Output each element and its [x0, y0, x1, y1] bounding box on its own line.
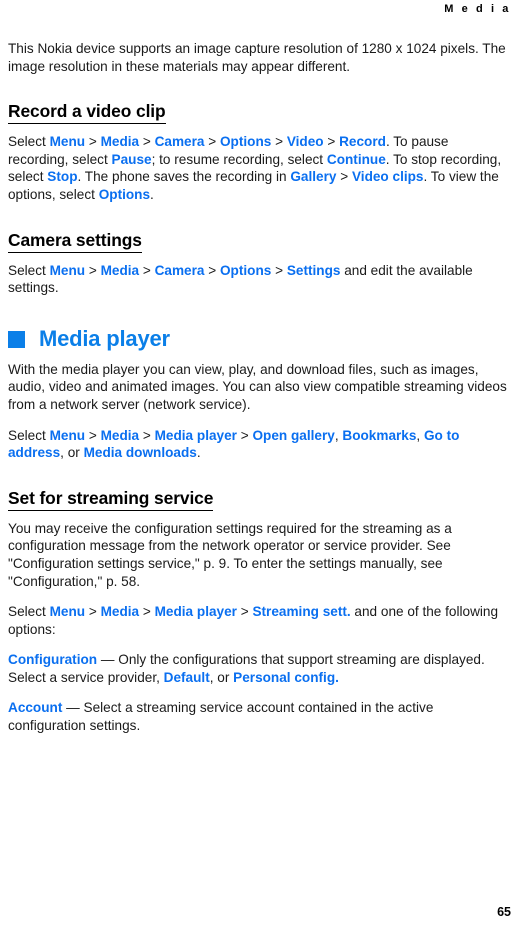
text-run: , — [416, 427, 424, 443]
text-run: ; to resume recording, select — [151, 151, 327, 167]
menu-path-link: Camera — [154, 262, 205, 278]
record-video-paragraph: Select Menu > Media > Camera > Options >… — [8, 133, 512, 203]
media-player-menu-paragraph: Select Menu > Media > Media player > Ope… — [8, 427, 512, 462]
menu-path-link: Continue — [326, 151, 386, 167]
option-term: Configuration — [8, 652, 98, 668]
streaming-intro-paragraph: You may receive the configuration settin… — [8, 520, 452, 589]
menu-path-link: Default — [163, 669, 210, 685]
menu-path-link: Menu — [49, 134, 86, 150]
separator: > — [85, 427, 101, 443]
text-run: , or — [209, 669, 234, 685]
separator: > — [204, 262, 220, 278]
menu-path-link: Media — [100, 427, 140, 443]
menu-path-link: Media player — [154, 427, 237, 443]
text-run: Select — [8, 262, 50, 278]
chapter-title: Media player — [39, 325, 170, 351]
section-heading-set-for-streaming-service: Set for streaming service — [8, 488, 213, 511]
separator: > — [271, 262, 287, 278]
menu-path-link: Options — [219, 262, 272, 278]
page-body: This Nokia device supports an image capt… — [8, 18, 512, 735]
menu-path-link: Pause — [111, 151, 152, 167]
menu-path-link: Menu — [49, 604, 86, 620]
text-run: . — [196, 445, 201, 461]
option-term: Account — [8, 700, 63, 716]
menu-path-link: Camera — [154, 134, 205, 150]
text-run: — Select a streaming service account con… — [8, 700, 434, 734]
section-heading-camera-settings: Camera settings — [8, 230, 142, 253]
separator: > — [204, 134, 220, 150]
separator: > — [236, 427, 253, 443]
menu-path-link: Bookmarks — [342, 427, 417, 443]
media-player-intro-paragraph: With the media player you can view, play… — [8, 361, 507, 412]
square-bullet-icon — [8, 331, 25, 349]
menu-path-link: Options — [219, 134, 272, 150]
chapter-heading-media-player: Media player — [8, 325, 512, 351]
menu-path-link: Streaming sett. — [252, 604, 351, 620]
text-run: Select — [8, 427, 50, 443]
section-heading-record-a-video-clip-wrap: Record a video clip — [8, 101, 512, 125]
menu-path-link: Settings — [286, 262, 341, 278]
option-configuration-paragraph: Configuration — Only the configurations … — [8, 651, 512, 686]
menu-path-link: Stop — [47, 169, 78, 185]
document-page: M e d i a This Nokia device supports an … — [0, 0, 520, 925]
separator: > — [85, 604, 101, 620]
section-heading-set-for-streaming-service-wrap: Set for streaming service — [8, 488, 512, 511]
separator: > — [85, 134, 101, 150]
menu-path-link: Options — [98, 186, 151, 202]
separator: > — [139, 262, 155, 278]
menu-path-link: Media downloads — [83, 445, 197, 461]
menu-path-link: Personal config. — [233, 669, 339, 685]
section-heading-record-a-video-clip: Record a video clip — [8, 101, 166, 125]
separator: > — [85, 262, 101, 278]
separator: > — [139, 134, 155, 150]
menu-path-link: Media player — [154, 604, 237, 620]
separator: > — [236, 604, 253, 620]
menu-path-link: Video clips — [351, 169, 424, 185]
menu-path-link: Media — [100, 134, 140, 150]
separator: > — [139, 604, 155, 620]
text-run: Select — [8, 604, 50, 620]
separator: > — [323, 134, 340, 150]
menu-path-link: Video — [286, 134, 324, 150]
separator: > — [139, 427, 155, 443]
running-head: M e d i a — [444, 3, 511, 15]
menu-path-link: Open gallery — [252, 427, 335, 443]
page-number: 65 — [497, 905, 511, 919]
menu-path-link: Media — [100, 262, 140, 278]
text-run: . The phone saves the recording in — [77, 169, 291, 185]
separator: > — [336, 169, 352, 185]
text-run: , or — [60, 445, 84, 461]
intro-paragraph: This Nokia device supports an image capt… — [8, 41, 506, 74]
menu-path-link: Record — [339, 134, 386, 150]
separator: > — [271, 134, 287, 150]
menu-path-link: Menu — [49, 262, 86, 278]
option-account-paragraph: Account — Select a streaming service acc… — [8, 699, 512, 734]
menu-path-link: Gallery — [290, 169, 337, 185]
text-run: . — [150, 186, 154, 202]
camera-settings-paragraph: Select Menu > Media > Camera > Options >… — [8, 262, 512, 297]
section-heading-camera-settings-wrap: Camera settings — [8, 230, 512, 253]
menu-path-link: Media — [100, 604, 140, 620]
text-run: Select — [8, 134, 50, 150]
menu-path-link: Menu — [49, 427, 86, 443]
streaming-menu-paragraph: Select Menu > Media > Media player > Str… — [8, 603, 512, 638]
